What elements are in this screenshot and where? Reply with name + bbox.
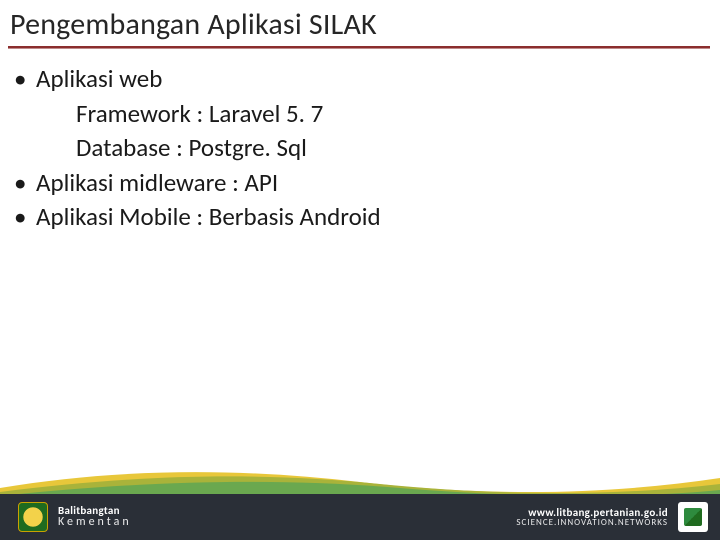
agro-logo-inner-icon [684,508,702,526]
content-body: • Aplikasi web Framework : Laravel 5. 7 … [14,62,381,235]
footer-url-block: www.litbang.pertanian.go.id SCIENCE.INNO… [516,507,668,528]
list-item: • Aplikasi web [14,62,381,97]
footer-org-line2: Kementan [58,516,132,529]
footer-tagline: SCIENCE.INNOVATION.NETWORKS [516,518,668,527]
list-item-text: Aplikasi midleware : API [36,166,278,201]
bullet-icon: • [14,200,36,235]
footer-wave-graphic [0,466,720,496]
list-item: • Aplikasi Mobile : Berbasis Android [14,200,381,235]
slide: Pengembangan Aplikasi SILAK • Aplikasi w… [0,0,720,540]
agro-logo-icon [678,502,708,532]
slide-footer: Balitbangtan Kementan www.litbang.pertan… [0,486,720,540]
page-title: Pengembangan Aplikasi SILAK [10,6,377,43]
bullet-icon: • [14,166,36,201]
footer-bar: Balitbangtan Kementan www.litbang.pertan… [0,494,720,540]
ministry-logo-icon [18,502,48,532]
title-underline [8,46,710,49]
footer-right: www.litbang.pertanian.go.id SCIENCE.INNO… [516,502,708,532]
list-subitem: Database : Postgre. Sql [14,131,381,166]
list-item: • Aplikasi midleware : API [14,166,381,201]
list-item-text: Aplikasi web [36,62,162,97]
list-subitem: Framework : Laravel 5. 7 [14,97,381,132]
footer-org: Balitbangtan Kementan [58,505,132,529]
list-item-text: Aplikasi Mobile : Berbasis Android [36,200,381,235]
bullet-icon: • [14,62,36,97]
